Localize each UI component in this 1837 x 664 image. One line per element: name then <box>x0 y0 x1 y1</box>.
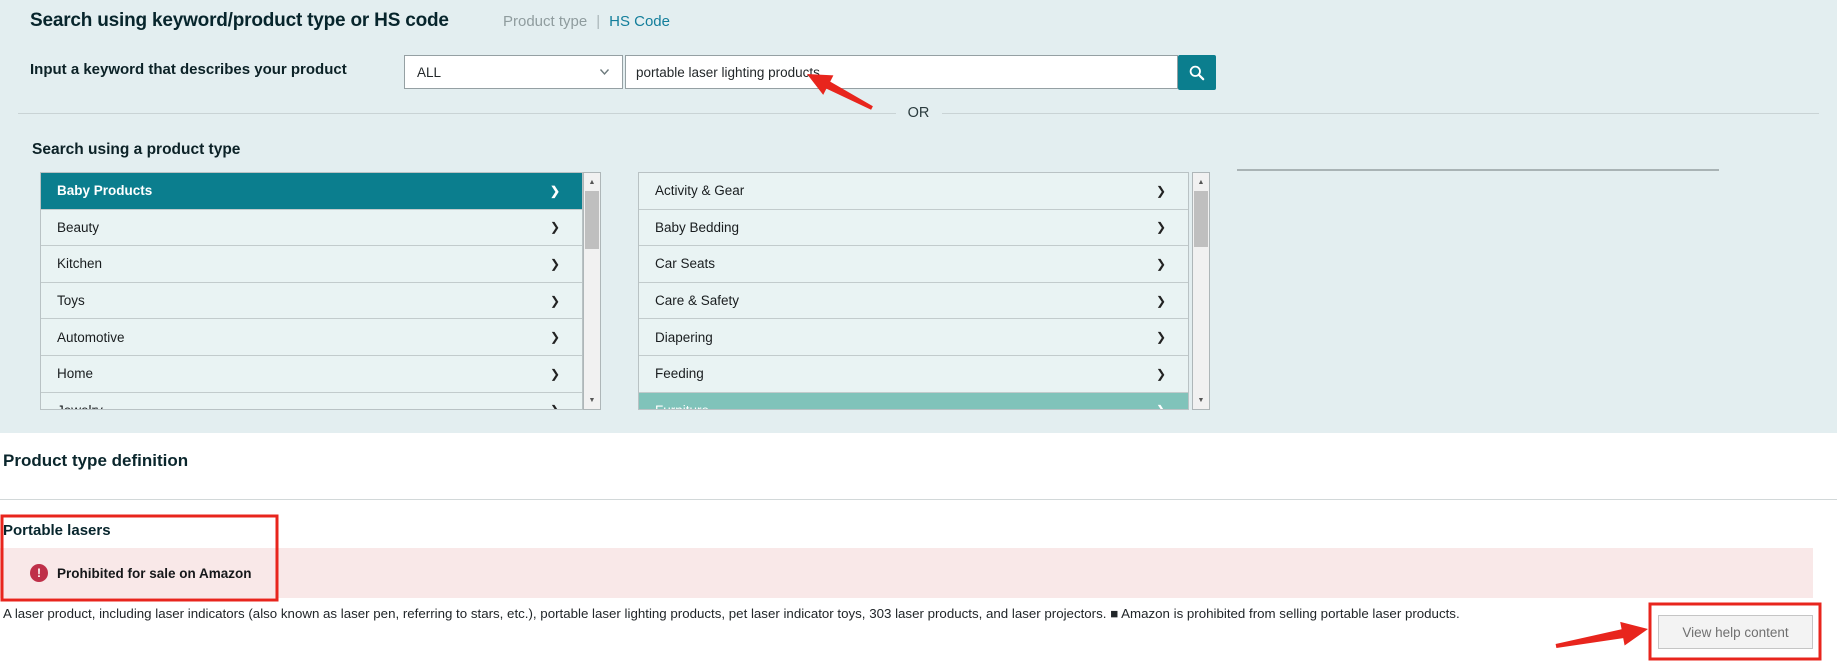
tab-product-type[interactable]: Product type <box>503 13 587 30</box>
or-divider: OR <box>18 104 1819 122</box>
product-name: Portable lasers <box>3 522 111 539</box>
chevron-right-icon: ❯ <box>550 294 560 308</box>
product-type-heading: Search using a product type <box>32 141 240 159</box>
product-type-item[interactable]: Furniture ❯ <box>639 393 1188 410</box>
product-type-item[interactable]: Home ❯ <box>41 356 582 393</box>
divider-line <box>18 113 896 114</box>
category-dropdown[interactable]: ALL <box>404 55 623 89</box>
placeholder-divider <box>1237 169 1719 171</box>
annotation-arrow-help <box>1556 622 1648 648</box>
product-type-item[interactable]: Baby Products ❯ <box>41 173 582 210</box>
product-type-item[interactable]: Automotive ❯ <box>41 319 582 356</box>
scroll-down-icon[interactable]: ▼ <box>1193 392 1209 408</box>
product-type-item[interactable]: Beauty ❯ <box>41 210 582 247</box>
chevron-right-icon: ❯ <box>1156 403 1166 410</box>
chevron-right-icon: ❯ <box>1156 367 1166 381</box>
search-button[interactable] <box>1178 55 1216 90</box>
category-list-level1: Baby Products ❯ Beauty ❯ Kitchen ❯ Toys … <box>40 172 583 410</box>
scroll-down-icon[interactable]: ▼ <box>584 392 600 408</box>
category-list-level2: Activity & Gear ❯ Baby Bedding ❯ Car Sea… <box>638 172 1189 410</box>
keyword-input[interactable] <box>625 55 1178 89</box>
scrollbar-level1[interactable]: ▲ ▼ <box>583 172 601 410</box>
product-type-item[interactable]: Activity & Gear ❯ <box>639 173 1188 210</box>
chevron-right-icon: ❯ <box>1156 330 1166 344</box>
definition-heading: Product type definition <box>3 451 188 471</box>
chevron-right-icon: ❯ <box>550 184 560 198</box>
tab-separator: | <box>596 13 600 30</box>
scrollbar-level2[interactable]: ▲ ▼ <box>1192 172 1210 410</box>
scroll-thumb[interactable] <box>1194 191 1208 247</box>
or-label: OR <box>896 105 942 121</box>
scroll-thumb[interactable] <box>585 191 599 249</box>
product-type-item[interactable]: Car Seats ❯ <box>639 246 1188 283</box>
chevron-right-icon: ❯ <box>1156 220 1166 234</box>
prohibited-text: Prohibited for sale on Amazon <box>57 566 252 581</box>
product-type-item[interactable]: Care & Safety ❯ <box>639 283 1188 320</box>
product-type-item[interactable]: Jewelry ❯ <box>41 393 582 410</box>
page-title: Search using keyword/product type or HS … <box>30 10 449 32</box>
category-dropdown-value: ALL <box>417 65 441 80</box>
view-tabs: Product type | HS Code <box>503 13 670 30</box>
chevron-right-icon: ❯ <box>1156 257 1166 271</box>
product-type-item[interactable]: Toys ❯ <box>41 283 582 320</box>
chevron-right-icon: ❯ <box>1156 294 1166 308</box>
chevron-right-icon: ❯ <box>550 367 560 381</box>
definition-description: A laser product, including laser indicat… <box>3 606 1460 621</box>
product-type-item[interactable]: Feeding ❯ <box>639 356 1188 393</box>
chevron-right-icon: ❯ <box>550 330 560 344</box>
chevron-down-icon <box>599 68 610 76</box>
page: Search using keyword/product type or HS … <box>0 0 1837 664</box>
product-type-item[interactable]: Baby Bedding ❯ <box>639 210 1188 247</box>
chevron-right-icon: ❯ <box>1156 184 1166 198</box>
tab-hs-code[interactable]: HS Code <box>609 13 670 30</box>
view-help-button[interactable]: View help content <box>1658 615 1813 649</box>
product-type-item[interactable]: Diapering ❯ <box>639 319 1188 356</box>
divider-line <box>942 113 1820 114</box>
prohibited-banner: ! Prohibited for sale on Amazon <box>0 548 1813 598</box>
scroll-up-icon[interactable]: ▲ <box>1193 174 1209 190</box>
chevron-right-icon: ❯ <box>550 257 560 271</box>
chevron-right-icon: ❯ <box>550 220 560 234</box>
product-type-item[interactable]: Kitchen ❯ <box>41 246 582 283</box>
search-icon <box>1188 64 1206 82</box>
search-panel: Search using keyword/product type or HS … <box>0 0 1837 433</box>
scroll-up-icon[interactable]: ▲ <box>584 174 600 190</box>
keyword-label: Input a keyword that describes your prod… <box>30 61 347 78</box>
exclamation-icon: ! <box>30 564 48 582</box>
section-divider <box>0 499 1837 500</box>
chevron-right-icon: ❯ <box>550 403 560 410</box>
